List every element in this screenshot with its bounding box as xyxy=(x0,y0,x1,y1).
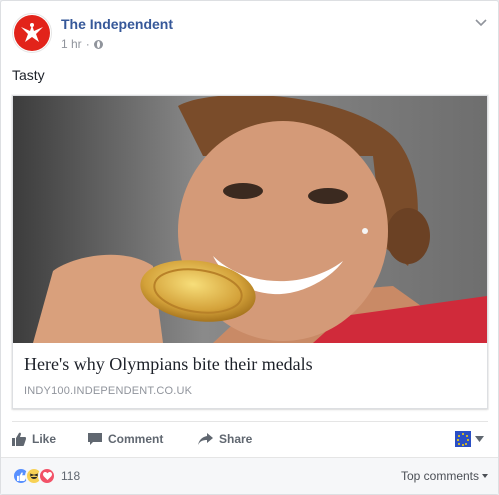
reactions-summary[interactable]: 118 xyxy=(12,467,80,485)
like-button[interactable]: Like xyxy=(12,432,56,446)
caret-down-icon xyxy=(475,436,484,442)
post-header: The Independent 1 hr · xyxy=(12,13,488,57)
like-label: Like xyxy=(32,432,57,446)
action-bar: Like Comment Share xyxy=(12,421,488,457)
share-button[interactable]: Share xyxy=(198,432,252,446)
link-preview-image[interactable] xyxy=(13,96,487,343)
share-label: Share xyxy=(219,432,253,446)
audience-selector[interactable] xyxy=(455,431,484,447)
share-arrow-icon xyxy=(198,433,213,445)
post-timestamp[interactable]: 1 hr xyxy=(61,37,82,51)
link-headline[interactable]: Here's why Olympians bite their medals xyxy=(24,354,474,375)
reaction-count: 118 xyxy=(61,469,81,483)
comment-button[interactable]: Comment xyxy=(88,432,163,446)
top-comments-dropdown[interactable]: Top comments xyxy=(401,469,488,483)
top-comments-label: Top comments xyxy=(400,469,479,483)
page-avatar[interactable] xyxy=(12,13,52,53)
meta-separator: · xyxy=(85,37,90,51)
reactions-footer: 118 Top comments xyxy=(1,457,498,494)
chevron-down-icon[interactable] xyxy=(474,16,488,30)
link-preview[interactable]: Here's why Olympians bite their medals I… xyxy=(12,95,488,409)
post-meta: 1 hr · xyxy=(61,37,103,51)
post-card: The Independent 1 hr · Tasty Here's why … xyxy=(0,0,499,495)
comment-label: Comment xyxy=(108,432,164,446)
post-text: Tasty xyxy=(12,67,45,83)
page-name-link[interactable]: The Independent xyxy=(61,16,173,32)
link-domain: INDY100.INDEPENDENT.CO.UK xyxy=(24,385,193,397)
globe-icon[interactable] xyxy=(93,39,103,49)
comment-icon xyxy=(88,432,102,445)
eagle-logo-icon xyxy=(14,15,50,51)
love-reaction-icon xyxy=(38,467,56,485)
eu-flag-icon xyxy=(455,431,471,447)
thumbs-up-icon xyxy=(12,432,26,446)
caret-down-small-icon xyxy=(482,474,488,478)
